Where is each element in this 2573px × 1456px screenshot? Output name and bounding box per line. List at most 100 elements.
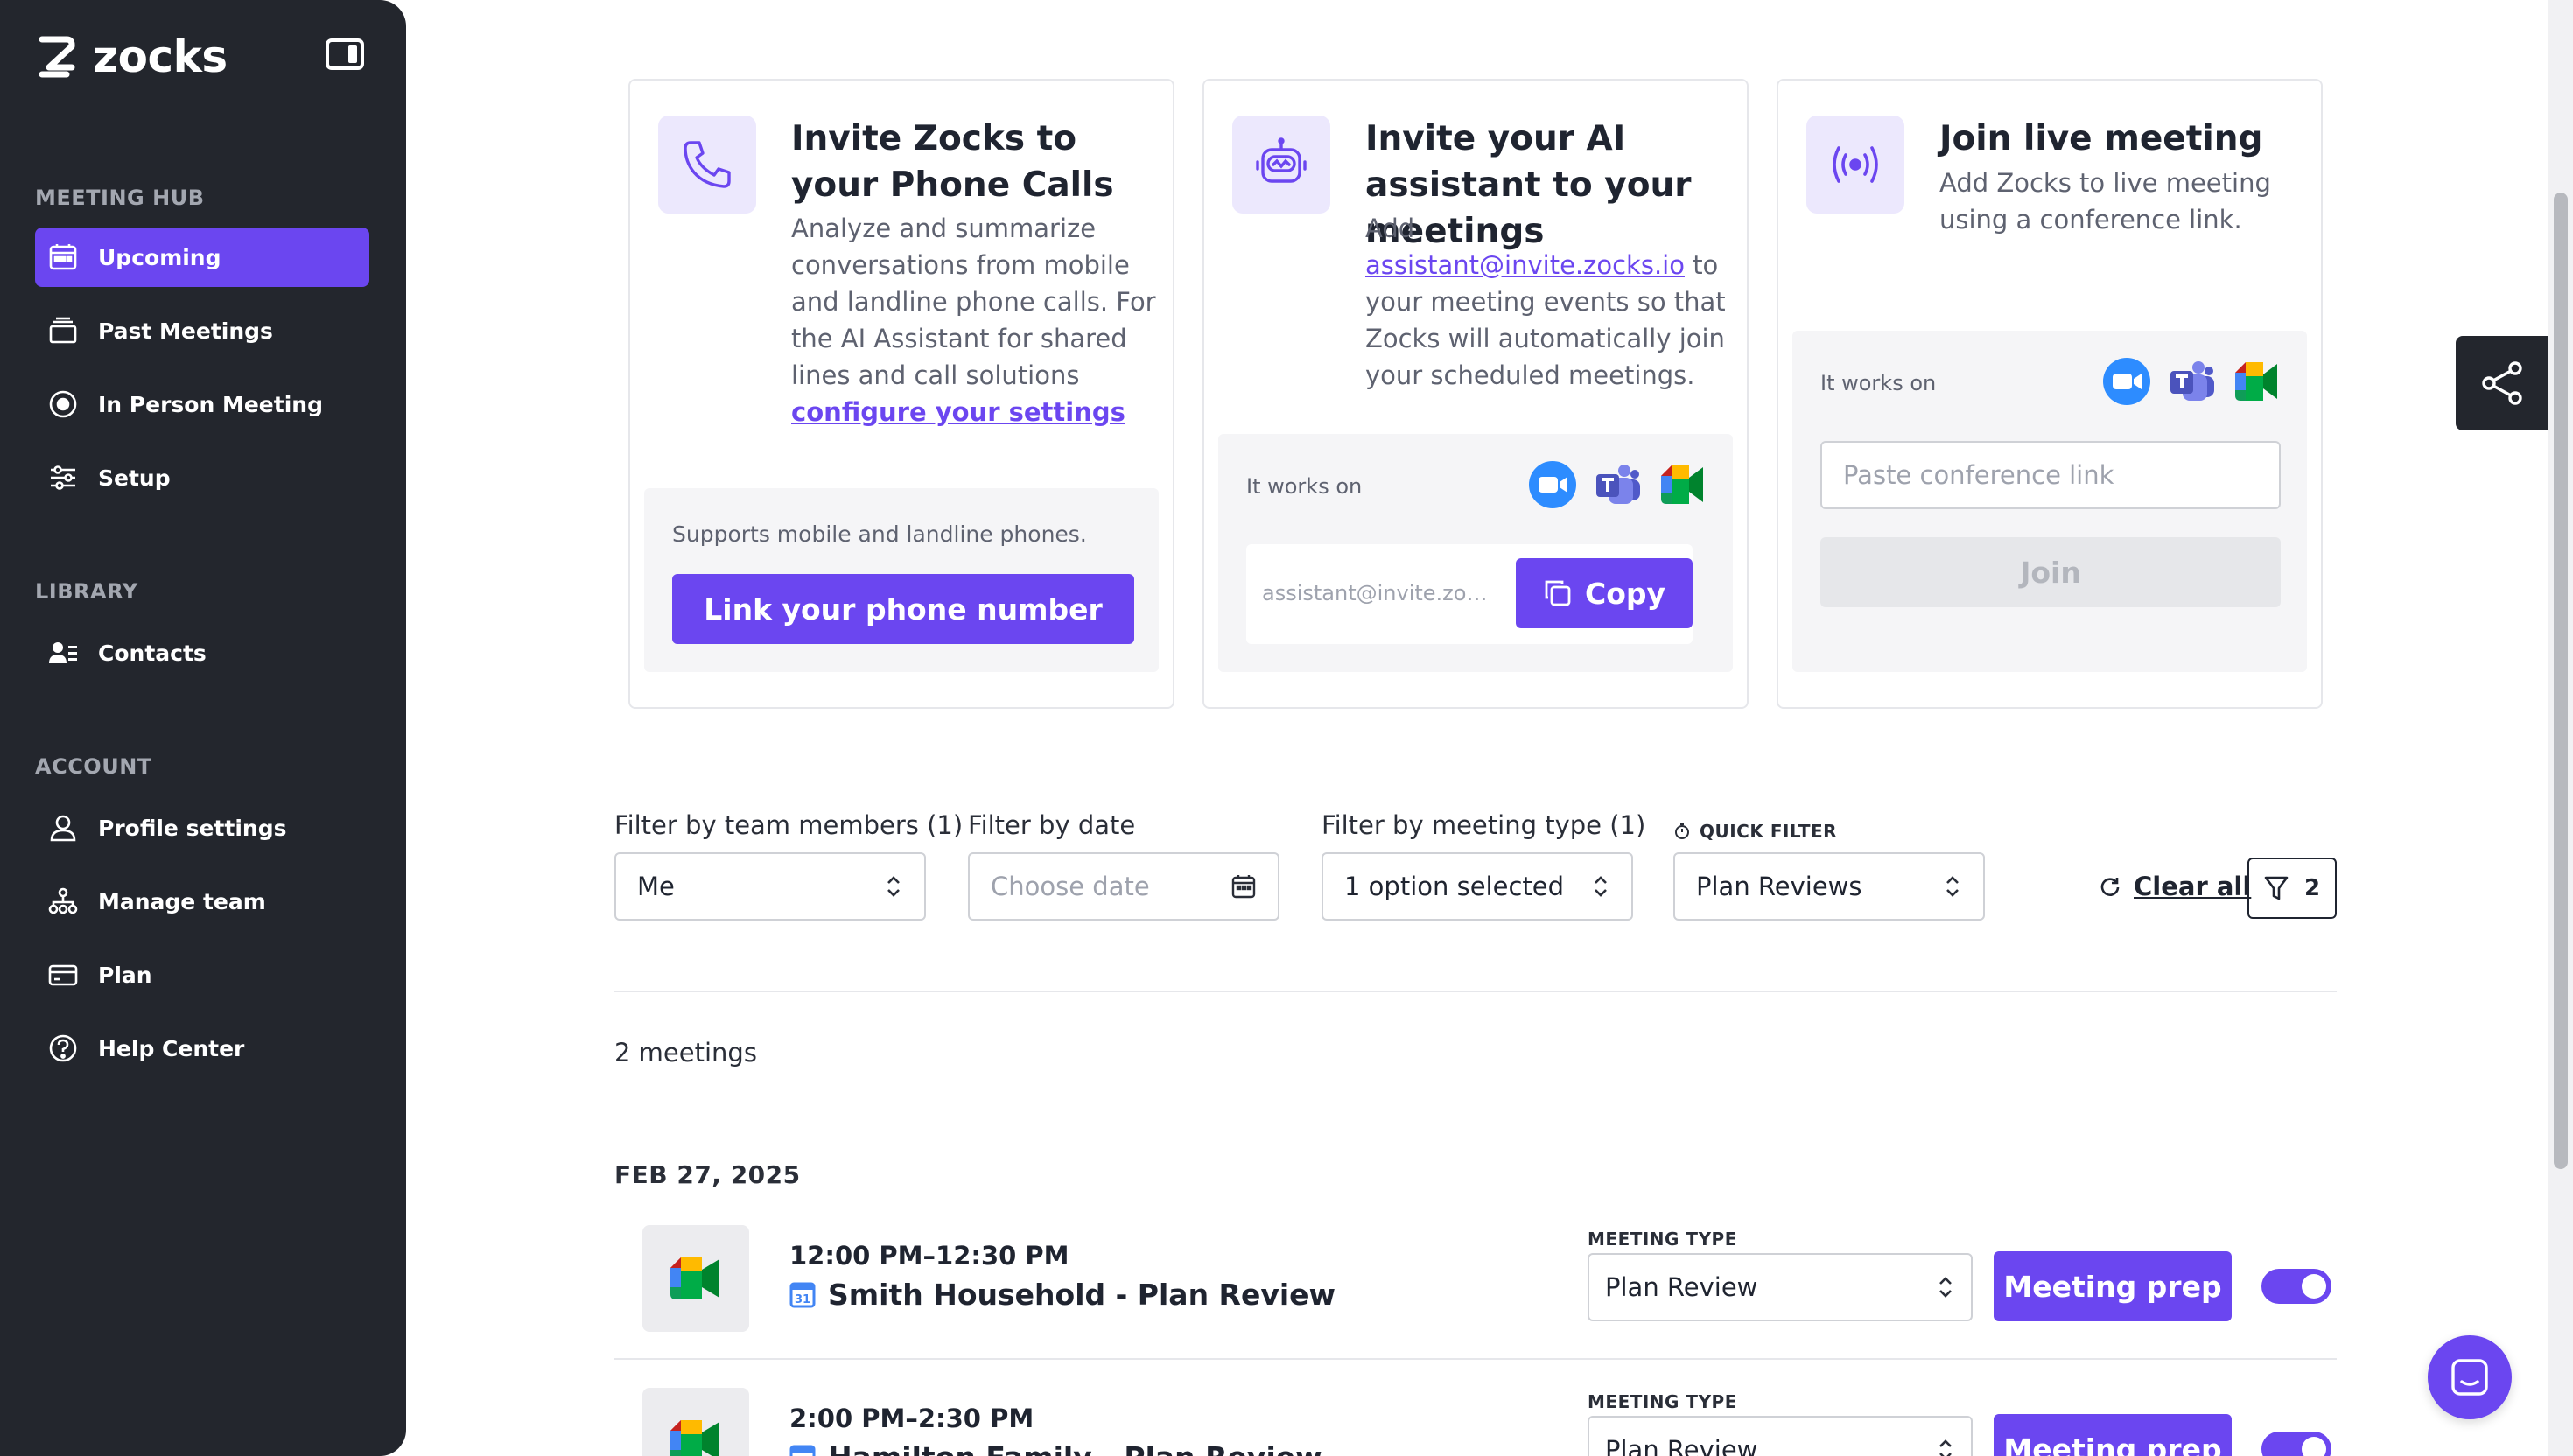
calendar-icon [47, 242, 79, 273]
chat-support-button[interactable] [2428, 1335, 2512, 1419]
filter-count: 2 [2303, 875, 2321, 901]
sidebar-collapse-button[interactable] [326, 38, 364, 70]
section-label-meeting-hub: MEETING HUB [35, 186, 205, 210]
meeting-title[interactable]: 31 Hamilton Family - Plan Review [789, 1440, 1322, 1456]
filter-count-button[interactable]: 2 [2247, 858, 2337, 919]
conference-link-input[interactable]: Paste conference link [1820, 441, 2281, 509]
type-filter-label: Filter by meeting type (1) [1322, 810, 1646, 840]
team-filter-select[interactable]: Me [614, 852, 926, 920]
team-filter-label: Filter by team members (1) [614, 810, 964, 840]
meeting-time: 12:00 PM–12:30 PM [789, 1241, 1069, 1270]
sidebar: zocks MEETING HUB Upcoming Past Meetings… [0, 0, 406, 1456]
sidebar-item-label: Contacts [98, 640, 207, 666]
meeting-type-select[interactable]: Plan Review [1588, 1416, 1973, 1456]
sidebar-item-label: Upcoming [98, 244, 221, 270]
svg-text:31: 31 [795, 1293, 810, 1306]
ai-card-desc-pre: Add [1365, 214, 1415, 243]
date-filter-input[interactable]: Choose date [968, 852, 1279, 920]
google-calendar-icon: 31 [789, 1445, 816, 1456]
meeting-title[interactable]: 31 Smith Household - Plan Review [789, 1278, 1336, 1312]
works-on-label: It works on [1820, 371, 1937, 396]
quick-filter-select[interactable]: Plan Reviews [1673, 852, 1985, 920]
sidebar-item-label: Profile settings [98, 815, 287, 841]
clear-all-button[interactable]: Clear all [2099, 872, 2251, 901]
date-heading: FEB 27, 2025 [614, 1160, 801, 1189]
date-filter-placeholder: Choose date [991, 872, 1150, 901]
date-filter-label: Filter by date [968, 810, 1136, 840]
phone-card-title: Invite Zocks to your Phone Calls [791, 119, 1114, 205]
assistant-email-link[interactable]: assistant@invite.zocks.io [1365, 250, 1685, 280]
sidebar-item-label: Help Center [98, 1035, 245, 1061]
meeting-prep-button[interactable]: Meeting prep [1994, 1251, 2232, 1321]
contacts-icon [47, 637, 79, 668]
sidebar-item-manage-team[interactable]: Manage team [35, 872, 369, 931]
phone-card-panel: Supports mobile and landline phones. Lin… [644, 488, 1159, 672]
zocks-logo[interactable]: zocks [37, 32, 228, 82]
sidebar-item-upcoming[interactable]: Upcoming [35, 228, 369, 287]
meeting-type-label: MEETING TYPE [1588, 1228, 1737, 1250]
meeting-enabled-toggle[interactable] [2261, 1269, 2331, 1304]
phone-icon [658, 116, 756, 214]
phone-calls-card: Invite Zocks to your Phone Calls Analyze… [628, 79, 1174, 709]
calendar-icon [1231, 875, 1256, 899]
google-calendar-icon: 31 [789, 1282, 816, 1307]
team-filter-value: Me [637, 872, 675, 901]
sidebar-item-label: Setup [98, 465, 171, 491]
scrollbar-thumb[interactable] [2554, 192, 2568, 1169]
type-filter-select[interactable]: 1 option selected [1322, 852, 1633, 920]
chevron-up-down-icon [1595, 876, 1607, 897]
section-label-library: LIBRARY [35, 579, 138, 604]
quick-filter-label: QUICK FILTER [1673, 821, 1837, 842]
supported-apps [1528, 460, 1707, 509]
google-meet-icon [2235, 362, 2277, 401]
zocks-logo-icon [39, 36, 75, 78]
share-button[interactable] [2456, 336, 2548, 430]
ai-card-description: Add assistant@invite.zocks.io to your me… [1365, 210, 1733, 394]
google-meet-icon [1661, 466, 1703, 504]
meeting-platform-icon [642, 1388, 749, 1456]
refresh-icon [2100, 878, 2120, 896]
link-phone-number-button[interactable]: Link your phone number [672, 574, 1134, 644]
user-icon [47, 812, 79, 844]
section-label-account: ACCOUNT [35, 754, 152, 779]
meeting-title-text: Smith Household - Plan Review [828, 1278, 1336, 1312]
copy-label: Copy [1584, 576, 1666, 611]
sidebar-item-in-person-meeting[interactable]: In Person Meeting [35, 374, 369, 434]
live-card-title: Join live meeting [1939, 119, 2263, 158]
meeting-type-select[interactable]: Plan Review [1588, 1253, 1973, 1321]
zoom-icon [2103, 358, 2150, 405]
sidebar-item-profile-settings[interactable]: Profile settings [35, 798, 369, 858]
phone-card-desc-text: Analyze and summarize conversations from… [791, 214, 1130, 317]
type-filter-value: 1 option selected [1344, 872, 1565, 901]
google-meet-icon [670, 1420, 719, 1456]
chevron-up-down-icon [1946, 876, 1959, 897]
meeting-type-label: MEETING TYPE [1588, 1391, 1737, 1412]
sidebar-item-help-center[interactable]: Help Center [35, 1018, 369, 1078]
copy-icon [1545, 580, 1571, 606]
meeting-enabled-toggle[interactable] [2261, 1432, 2331, 1456]
phone-card-description: Analyze and summarize conversations from… [791, 210, 1159, 430]
broadcast-icon [1806, 116, 1904, 214]
sidebar-item-past-meetings[interactable]: Past Meetings [35, 301, 369, 360]
sidebar-item-plan[interactable]: Plan [35, 945, 369, 1004]
meeting-prep-button[interactable]: Meeting prep [1994, 1414, 2232, 1456]
chevron-up-down-icon [887, 876, 900, 897]
configure-settings-link[interactable]: configure your settings [791, 397, 1125, 427]
meeting-title-text: Hamilton Family - Plan Review [828, 1440, 1322, 1456]
sidebar-item-label: Plan [98, 962, 152, 988]
sidebar-item-label: Manage team [98, 888, 266, 914]
meeting-type-value: Plan Review [1605, 1272, 1758, 1302]
stack-icon [47, 315, 79, 346]
sidebar-item-setup[interactable]: Setup [35, 448, 369, 508]
record-icon [47, 388, 79, 420]
credit-card-icon [47, 959, 79, 990]
quick-filter-label-text: QUICK FILTER [1700, 821, 1838, 842]
sidebar-item-contacts[interactable]: Contacts [35, 623, 369, 682]
join-button[interactable]: Join [1820, 537, 2281, 607]
copy-email-button[interactable]: Copy [1516, 558, 1693, 628]
clear-all-label: Clear all [2134, 872, 2252, 901]
teams-icon [2170, 361, 2214, 401]
ai-card-panel: It works on assistant@invite.zocks.io Co… [1218, 434, 1733, 672]
chevron-up-down-icon [1939, 1277, 1952, 1298]
share-icon [2482, 361, 2522, 405]
